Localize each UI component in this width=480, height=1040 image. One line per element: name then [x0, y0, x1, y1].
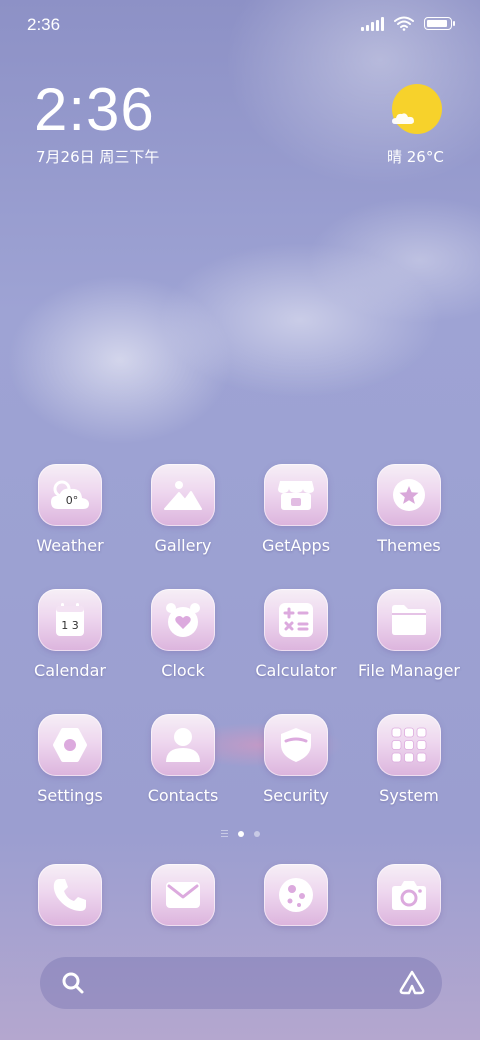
app-settings[interactable]: Settings — [15, 714, 125, 805]
calendar-icon[interactable]: 1 3 — [38, 589, 102, 651]
wifi-icon — [394, 16, 414, 31]
app-themes[interactable]: Themes — [354, 464, 464, 555]
app-label: Settings — [37, 786, 103, 805]
dock-camera[interactable] — [354, 864, 464, 926]
store-icon[interactable] — [264, 464, 328, 526]
app-weather[interactable]: 0° Weather — [15, 464, 125, 555]
app-security[interactable]: Security — [241, 714, 351, 805]
app-contacts[interactable]: Contacts — [128, 714, 238, 805]
sun-icon[interactable] — [392, 84, 444, 136]
dock-browser[interactable] — [241, 864, 351, 926]
search-bar[interactable] — [40, 957, 442, 1009]
status-icons — [361, 16, 455, 31]
settings-icon[interactable] — [38, 714, 102, 776]
app-label: System — [379, 786, 439, 805]
page-indicator-feed[interactable] — [220, 830, 228, 837]
app-label: Clock — [161, 661, 205, 680]
app-label: File Manager — [358, 661, 460, 680]
search-icon[interactable] — [60, 970, 86, 996]
phone-icon[interactable] — [38, 864, 102, 926]
app-label: Security — [263, 786, 329, 805]
dock-phone[interactable] — [15, 864, 125, 926]
clock-widget-time[interactable]: 2:36 — [34, 78, 155, 142]
folder-icon[interactable] — [377, 589, 441, 651]
camera-icon[interactable] — [377, 864, 441, 926]
app-file-manager[interactable]: File Manager — [354, 589, 464, 680]
dock-mail[interactable] — [128, 864, 238, 926]
app-system-folder[interactable]: System — [354, 714, 464, 805]
app-label: GetApps — [261, 536, 331, 555]
calculator-icon[interactable] — [264, 589, 328, 651]
app-label: Contacts — [147, 786, 219, 805]
mail-icon[interactable] — [151, 864, 215, 926]
status-bar: 2:36 — [0, 0, 480, 50]
alarm-clock-icon[interactable] — [151, 589, 215, 651]
signal-icon — [361, 16, 384, 31]
themes-icon[interactable] — [377, 464, 441, 526]
weather-widget-text[interactable]: 晴 26°C — [387, 146, 444, 167]
page-dot[interactable] — [253, 830, 260, 837]
app-label: Calculator — [255, 661, 337, 680]
app-label: Themes — [377, 536, 441, 555]
app-clock[interactable]: Clock — [128, 589, 238, 680]
app-calculator[interactable]: Calculator — [241, 589, 351, 680]
app-label: Weather — [36, 536, 104, 555]
person-icon[interactable] — [151, 714, 215, 776]
app-gallery[interactable]: Gallery — [128, 464, 238, 555]
weather-tile-temp: 0° — [66, 494, 79, 507]
page-dot-active[interactable] — [237, 830, 244, 837]
app-calendar[interactable]: 1 3 Calendar — [15, 589, 125, 680]
gallery-icon[interactable] — [151, 464, 215, 526]
battery-icon — [424, 17, 455, 30]
status-time: 2:36 — [27, 15, 61, 34]
page-indicator[interactable] — [0, 830, 480, 837]
clock-widget-date[interactable]: 7月26日 周三下午 — [36, 146, 159, 167]
weather-icon[interactable]: 0° — [38, 464, 102, 526]
calendar-tile-date: 1 3 — [61, 619, 79, 632]
shield-icon[interactable] — [264, 714, 328, 776]
app-getapps[interactable]: GetApps — [241, 464, 351, 555]
browser-icon[interactable] — [264, 864, 328, 926]
app-folder-icon[interactable] — [377, 714, 441, 776]
app-label: Calendar — [34, 661, 106, 680]
app-label: Gallery — [154, 536, 212, 555]
assistant-icon[interactable] — [398, 969, 426, 997]
